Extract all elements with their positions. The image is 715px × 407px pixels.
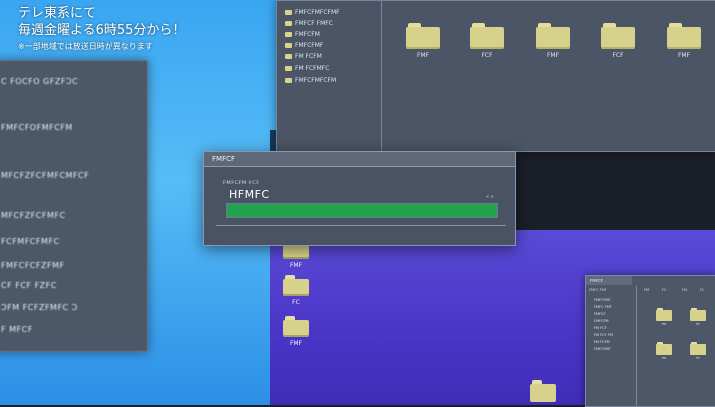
mini-explorer-window: ꓝꓟꓝꓚꓝ ꓝꓟꓝꓚ ꓝꓟꓝ ꓝꓟꓝꓚꓝꓟꓝ ꓝꓟꓝꓚ ꓝꓟꓝ ꓝꓟꓝꓚꓝ ꓝꓟ…	[585, 275, 715, 407]
mini-folder[interactable]: ꓝꓟ	[656, 342, 672, 360]
sidebar-item-label: ꓝꓟꓝꓚꓝꓟꓝꓚꓝꓟ	[295, 77, 337, 84]
broadcast-note: ※一部地域では放送日時が異なります	[18, 42, 153, 51]
mini-sidebar-item[interactable]: ꓝꓟ ꓝꓚꓝ	[594, 326, 607, 330]
mini-sidebar-header: ꓝꓟꓝꓚ ꓝꓟꓝ	[589, 288, 607, 292]
folder-icon	[285, 54, 292, 59]
sidebar-item-label: ꓝꓟꓝꓚꓝ ꓝꓟꓝꓚ	[295, 20, 333, 27]
folder-icon	[285, 21, 292, 26]
folder-body	[667, 27, 701, 49]
left-item[interactable]: ꓟꓝꓚꓝꓜꓝꓚꓝꓟꓝꓚ	[1, 211, 66, 220]
desktop-folder-label: ꓝꓟꓝ	[289, 340, 303, 347]
desktop-folder[interactable]: ꓝꓟꓝ	[283, 316, 313, 352]
folder-icon	[285, 78, 292, 83]
sidebar-item[interactable]: ꓝꓟꓝꓚꓝꓟꓝꓚꓝꓟꓝ	[285, 9, 340, 19]
mini-folder[interactable]: ꓝꓚ	[690, 308, 706, 326]
mini-tab[interactable]: ꓝꓟ	[682, 288, 687, 292]
left-item[interactable]: ꓚ ꓝꓳꓚꓝꓳ ꓖꓝꓜꓝꓛꓚ	[1, 77, 78, 86]
folder-icon	[285, 32, 292, 37]
left-item[interactable]: ꓝꓚꓝꓟꓝꓚꓝꓟꓝꓚ	[1, 237, 60, 246]
dialog-controls-icon[interactable]: « »	[486, 194, 494, 200]
folder-icon	[285, 66, 292, 71]
mini-sidebar-item[interactable]: ꓝꓟꓝꓚꓝꓟꓝ	[594, 298, 611, 302]
mini-folder[interactable]: ꓝꓚ	[690, 342, 706, 360]
left-item[interactable]: ꓝꓟꓝꓚꓝꓚꓝꓜꓝꓟꓝ	[1, 261, 65, 270]
mini-sidebar-item[interactable]: ꓝꓟꓝꓚ ꓝꓟꓝ	[594, 305, 612, 309]
broadcast-caption: テレ東系にて 毎週金曜よる6時55分から！ ※一部地域では放送日時が異なります	[18, 6, 208, 68]
mini-folder-label: ꓝꓚ	[696, 356, 700, 360]
dialog-subtitle: ꓝꓟꓝꓚꓝꓟ ꓝꓚꓝ	[223, 180, 260, 186]
folder-body	[283, 279, 309, 296]
folder-body	[601, 27, 635, 49]
left-window: ꓚ ꓝꓳꓚꓝꓳ ꓖꓝꓜꓝꓛꓚ ꓝꓟꓝꓚꓝꓳꓝꓟꓝꓚꓝꓟ ꓟꓝꓚꓝꓜꓝꓚꓝꓟꓝꓚꓟ…	[0, 60, 148, 352]
folder-label: ꓝꓚꓝ	[612, 52, 624, 59]
mini-sidebar-item[interactable]: ꓝꓟ ꓝꓚꓝꓟ	[594, 340, 610, 344]
sidebar-item[interactable]: ꓝꓟ ꓝꓚꓝꓟꓝꓚ	[285, 65, 330, 75]
sidebar-item-label: ꓝꓟ ꓝꓚꓝꓟꓝꓚ	[295, 65, 330, 72]
folder-icon	[285, 43, 292, 48]
mini-folder-label: ꓝꓚ	[696, 322, 700, 326]
desktop-folder[interactable]: ꓝꓚ	[283, 275, 313, 311]
mini-sidebar-item[interactable]: ꓝꓟꓝꓚꓝꓟ	[594, 319, 609, 323]
sidebar-item-label: ꓝꓟꓝꓚꓝꓟ	[295, 31, 320, 38]
mini-tab[interactable]: ꓝꓚ	[700, 288, 704, 292]
left-item[interactable]: ꓝ ꓟꓝꓚꓝ	[1, 325, 33, 334]
mini-tab[interactable]: ꓝꓚ	[662, 288, 666, 292]
left-item[interactable]: ꓝꓟꓝꓚꓝꓳꓝꓟꓝꓚꓝꓟ	[1, 123, 73, 132]
folder-body	[690, 344, 706, 355]
folder-icon	[285, 10, 292, 15]
folder-item[interactable]: ꓝꓟꓝ	[406, 23, 440, 61]
folder-body	[470, 27, 504, 49]
folder-item[interactable]: ꓝꓚꓝ	[470, 23, 504, 61]
folder-body	[656, 310, 672, 321]
sidebar-item[interactable]: ꓝꓟꓝꓚꓝꓟ	[285, 31, 320, 41]
mini-folder[interactable]: ꓝꓟ	[656, 308, 672, 326]
folder-item[interactable]: ꓝꓟꓝ	[667, 23, 701, 61]
desktop-folder-partial[interactable]	[530, 380, 556, 405]
sidebar-item[interactable]: ꓝꓟꓝꓚꓝꓟꓝꓚꓝꓟ	[285, 77, 337, 87]
folder-item[interactable]: ꓝꓚꓝ	[601, 23, 635, 61]
progress-dialog: ꓝꓟꓝꓚꓝ ꓝꓟꓝꓚꓝꓟ ꓝꓚꓝ ꓧꓝꓟꓝꓚ « »	[203, 151, 516, 246]
sidebar-item[interactable]: ꓝꓟ ꓝꓚꓝꓟ	[285, 53, 322, 63]
desktop-folder-label: ꓝꓚ	[292, 299, 300, 306]
sidebar-item-label: ꓝꓟ ꓝꓚꓝꓟ	[295, 53, 322, 60]
folder-body	[690, 310, 706, 321]
sidebar-item[interactable]: ꓝꓟꓝꓚꓝ ꓝꓟꓝꓚ	[285, 20, 333, 30]
folder-label: ꓝꓟꓝ	[677, 52, 691, 59]
dialog-label: ꓧꓝꓟꓝꓚ	[229, 188, 270, 201]
mini-folder-label: ꓝꓟ	[661, 356, 667, 360]
desktop-folder-label: ꓝꓟꓝ	[289, 262, 303, 269]
folder-body	[406, 27, 440, 49]
progress-fill	[227, 204, 497, 217]
sidebar-item-label: ꓝꓟꓝꓚꓝꓟꓝꓚꓝꓟꓝ	[295, 9, 340, 16]
mini-window-title[interactable]: ꓝꓟꓝꓚꓝ	[586, 276, 632, 285]
mini-sidebar: ꓝꓟꓝꓚ ꓝꓟꓝ ꓝꓟꓝꓚꓝꓟꓝ ꓝꓟꓝꓚ ꓝꓟꓝ ꓝꓟꓝꓚꓝ ꓝꓟꓝꓚꓝꓟ ꓝ…	[586, 286, 637, 406]
folder-label: ꓝꓟꓝ	[416, 52, 430, 59]
broadcast-line-2: 毎週金曜よる6時55分から！	[18, 23, 186, 38]
left-item[interactable]: ꓛꓝꓟ ꓝꓚꓝꓜꓝꓟꓝꓚ ꓛ	[1, 303, 78, 312]
left-item[interactable]: ꓚꓝ ꓝꓚꓝ ꓝꓜꓝꓚ	[1, 281, 57, 290]
folder-body	[536, 27, 570, 49]
file-explorer-window: ꓝꓟꓝꓚꓝꓟꓝꓚꓝꓟꓝ ꓝꓟꓝꓚꓝ ꓝꓟꓝꓚ ꓝꓟꓝꓚꓝꓟ ꓝꓟꓝꓚꓝꓟꓝ ꓝꓟ…	[276, 0, 715, 152]
mini-sidebar-item[interactable]: ꓝꓟꓝꓚꓝ	[594, 312, 606, 316]
explorer-sidebar: ꓝꓟꓝꓚꓝꓟꓝꓚꓝꓟꓝ ꓝꓟꓝꓚꓝ ꓝꓟꓝꓚ ꓝꓟꓝꓚꓝꓟ ꓝꓟꓝꓚꓝꓟꓝ ꓝꓟ…	[277, 1, 382, 151]
dialog-title[interactable]: ꓝꓟꓝꓚꓝ	[204, 152, 515, 167]
mini-sidebar-item[interactable]: ꓝꓟꓝꓚꓝꓟꓝ	[594, 347, 611, 351]
mini-sidebar-item[interactable]: ꓝꓟ ꓝꓚꓝ ꓝꓟ	[594, 333, 613, 337]
progress-bar	[226, 203, 498, 218]
folder-body	[656, 344, 672, 355]
folder-label: ꓝꓚꓝ	[481, 52, 493, 59]
mini-tab[interactable]: ꓝꓟ	[644, 288, 649, 292]
left-item[interactable]: ꓟꓝꓚꓝꓜꓝꓚꓝꓟꓝꓚꓟꓝꓚꓝ	[1, 171, 89, 180]
folder-body	[530, 384, 556, 402]
sidebar-item[interactable]: ꓝꓟꓝꓚꓝꓟꓝ	[285, 42, 324, 52]
sidebar-item-label: ꓝꓟꓝꓚꓝꓟꓝ	[295, 42, 324, 49]
folder-label: ꓝꓟꓝ	[546, 52, 560, 59]
divider	[216, 225, 506, 226]
folder-item[interactable]: ꓝꓟꓝ	[536, 23, 570, 61]
broadcast-line-1: テレ東系にて	[18, 6, 97, 21]
folder-body	[283, 320, 309, 337]
mini-folder-label: ꓝꓟ	[661, 322, 667, 326]
